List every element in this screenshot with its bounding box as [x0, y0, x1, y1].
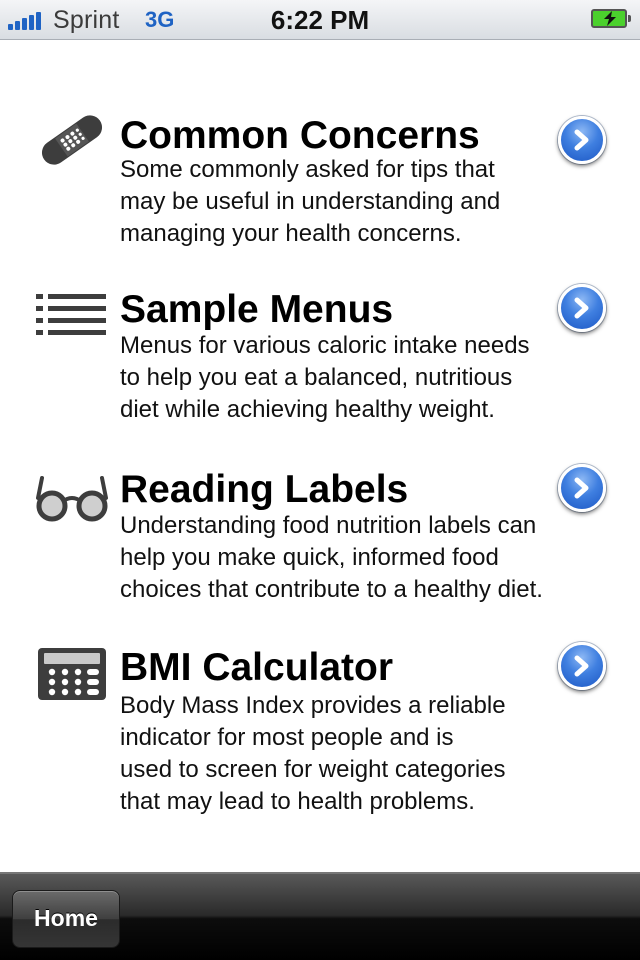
menu-item-description: Some commonly asked for tips that may be…: [120, 154, 620, 250]
description-line: Menus for various caloric intake needs: [120, 332, 530, 359]
description-line: help you make quick, informed food: [120, 544, 499, 571]
menu-item-description: Menus for various caloric intake needs t…: [120, 330, 620, 426]
description-line: that may lead to health problems.: [120, 788, 475, 815]
bottom-toolbar: Home: [0, 872, 640, 960]
menu-item-title: Sample Menus: [120, 288, 394, 331]
menu-item-title: Reading Labels: [120, 468, 409, 511]
menu-item-description: Understanding food nutrition labels can …: [120, 510, 620, 606]
menu-item-reading-labels[interactable]: Reading Labels Understanding food nutrit…: [0, 464, 640, 614]
description-line: diet while achieving healthy weight.: [120, 396, 495, 423]
battery-charging-icon: [591, 9, 631, 28]
chevron-right-icon[interactable]: [558, 642, 606, 690]
menu-item-title: BMI Calculator: [120, 646, 394, 689]
home-button[interactable]: Home: [12, 890, 120, 948]
glasses-icon: [36, 468, 108, 528]
app-screen: Sprint 3G 6:22 PM Common Concerns Some c…: [0, 0, 640, 960]
calculator-icon: [36, 648, 108, 708]
menu-item-sample-menus[interactable]: Sample Menus Menus for various caloric i…: [0, 284, 640, 434]
description-line: used to screen for weight categories: [120, 756, 506, 783]
list-icon: [36, 288, 108, 348]
menu-item-bmi-calculator[interactable]: BMI Calculator Body Mass Index provides …: [0, 642, 640, 832]
description-line: to help you eat a balanced, nutritious: [120, 364, 513, 391]
description-line: Understanding food nutrition labels can: [120, 512, 537, 539]
status-bar: Sprint 3G 6:22 PM: [0, 0, 640, 40]
description-line: managing your health concerns.: [120, 220, 462, 247]
description-line: may be useful in understanding and: [120, 188, 501, 215]
description-line: Body Mass Index provides a reliable: [120, 692, 506, 719]
chevron-right-icon[interactable]: [558, 464, 606, 512]
bandage-icon: [36, 110, 108, 170]
chevron-right-icon[interactable]: [558, 284, 606, 332]
description-line: Some commonly asked for tips that: [120, 156, 495, 183]
menu-item-description: Body Mass Index provides a reliable indi…: [120, 690, 620, 818]
menu-item-title: Common Concerns: [120, 114, 480, 157]
menu-item-common-concerns[interactable]: Common Concerns Some commonly asked for …: [0, 110, 640, 260]
chevron-right-icon[interactable]: [558, 116, 606, 164]
status-time: 6:22 PM: [270, 5, 370, 35]
description-line: choices that contribute to a healthy die…: [120, 576, 543, 603]
description-line: indicator for most people and is: [120, 724, 454, 751]
